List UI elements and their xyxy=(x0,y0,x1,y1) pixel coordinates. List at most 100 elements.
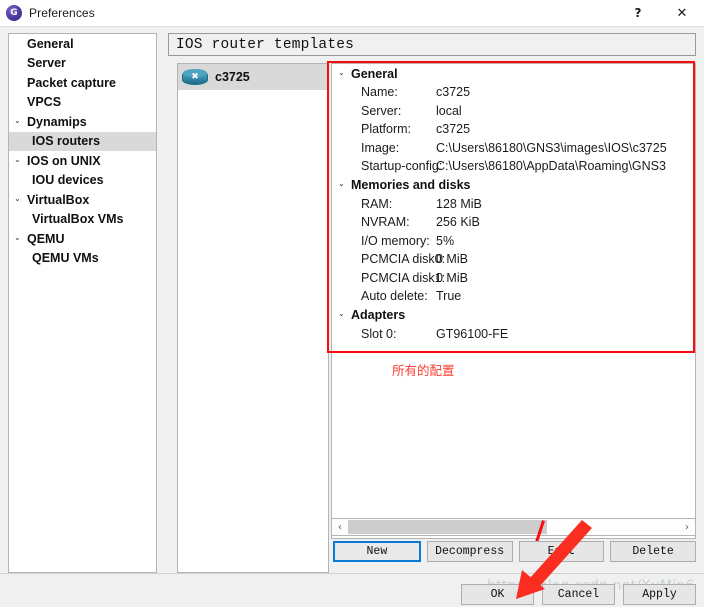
page-title-label: IOS router templates xyxy=(176,36,355,53)
property-row: Platform: c3725 xyxy=(332,120,695,139)
property-row: I/O memory: 5% xyxy=(332,232,695,251)
property-row: PCMCIA disk1: 0 MiB xyxy=(332,269,695,288)
property-key: Auto delete: xyxy=(361,289,428,304)
edit-button[interactable]: Edit xyxy=(518,541,605,562)
sidebar-item-dynamips[interactable]: ⌄ Dynamips xyxy=(9,112,156,132)
list-item-label: c3725 xyxy=(215,70,250,84)
scrollbar-track[interactable] xyxy=(348,520,679,534)
sidebar-item-label: QEMU xyxy=(27,231,65,246)
property-value: C:\Users\86180\AppData\Roaming\GNS3 xyxy=(436,159,666,174)
property-row: Startup-config: C:\Users\86180\AppData\Ro… xyxy=(332,157,695,176)
apply-button[interactable]: Apply xyxy=(623,584,696,605)
sidebar-item-qemu-vms[interactable]: QEMU VMs xyxy=(9,249,156,269)
property-value: 0 MiB xyxy=(436,252,468,267)
template-list[interactable]: ✖ c3725 xyxy=(177,63,329,573)
property-value: 128 MiB xyxy=(436,196,482,211)
property-group-label: Adapters xyxy=(351,308,406,322)
property-value: C:\Users\86180\GNS3\images\IOS\c3725 xyxy=(436,140,667,155)
property-value: GT96100-FE xyxy=(436,326,509,341)
chevron-down-icon: ⌄ xyxy=(338,309,345,318)
horizontal-scrollbar[interactable]: ‹ › xyxy=(331,518,696,536)
window-title: Preferences xyxy=(29,6,95,20)
property-row: NVRAM: 256 KiB xyxy=(332,213,695,232)
sidebar-item-iou-devices[interactable]: IOU devices xyxy=(9,171,156,191)
properties-panel: ⌄ General Name: c3725 Server: local Platform: c… xyxy=(331,63,696,539)
list-item[interactable]: ✖ c3725 xyxy=(178,64,328,90)
sidebar-item-label: Dynamips xyxy=(27,114,87,129)
property-key: PCMCIA disk0: xyxy=(361,252,446,267)
window-controls: ? ✕ xyxy=(616,0,704,26)
property-key: Platform: xyxy=(361,122,412,137)
property-key: NVRAM: xyxy=(361,215,410,230)
sidebar-item-label: QEMU VMs xyxy=(32,251,99,266)
sidebar-item-label: IOS routers xyxy=(32,134,101,149)
chevron-down-icon: ⌄ xyxy=(338,179,345,188)
property-group-adapters[interactable]: ⌄ Adapters xyxy=(332,306,695,325)
property-group-memories-and-disks[interactable]: ⌄ Memories and disks xyxy=(332,176,695,195)
dialog-button-row: OK Cancel Apply xyxy=(461,584,696,605)
property-key: I/O memory: xyxy=(361,233,430,248)
chevron-down-icon: ⌄ xyxy=(14,154,21,164)
title-bar: G Preferences ? ✕ xyxy=(0,0,704,26)
sidebar-item-label: IOS on UNIX xyxy=(27,153,101,168)
sidebar-item-virtualbox-vms[interactable]: VirtualBox VMs xyxy=(9,210,156,230)
sidebar-item-qemu[interactable]: ⌄ QEMU xyxy=(9,229,156,249)
ok-button[interactable]: OK xyxy=(461,584,534,605)
sidebar-item-server[interactable]: Server xyxy=(9,54,156,74)
new-button[interactable]: New xyxy=(333,541,421,562)
sidebar-item-label: Packet capture xyxy=(27,75,116,90)
property-value: c3725 xyxy=(436,85,471,100)
sidebar-item-ios-on-unix[interactable]: ⌄ IOS on UNIX xyxy=(9,151,156,171)
property-row: PCMCIA disk0: 0 MiB xyxy=(332,250,695,269)
sidebar-item-general[interactable]: General xyxy=(9,34,156,54)
property-group-label: Memories and disks xyxy=(351,178,471,192)
property-row: Auto delete: True xyxy=(332,287,695,306)
property-key: Image: xyxy=(361,140,400,155)
page-title: IOS router templates xyxy=(168,33,696,56)
property-value: 5% xyxy=(436,233,455,248)
cancel-button[interactable]: Cancel xyxy=(542,584,615,605)
decompress-button[interactable]: Decompress xyxy=(426,541,513,562)
sidebar-item-label: VirtualBox xyxy=(27,192,90,207)
sidebar-item-label: VirtualBox VMs xyxy=(32,212,124,227)
property-value: 0 MiB xyxy=(436,270,468,285)
sidebar-item-vpcs[interactable]: VPCS xyxy=(9,93,156,113)
help-icon[interactable]: ? xyxy=(616,0,660,26)
sidebar-item-label: IOU devices xyxy=(32,173,104,188)
delete-button[interactable]: Delete xyxy=(610,541,696,562)
gns3-logo-icon: G xyxy=(6,5,22,21)
sidebar-item-label: General xyxy=(27,36,74,51)
router-icon: ✖ xyxy=(182,68,208,86)
property-row: RAM: 128 MiB xyxy=(332,195,695,214)
chevron-down-icon: ⌄ xyxy=(338,67,345,77)
annotation-note: 所有的配置 xyxy=(392,363,455,378)
property-key: PCMCIA disk1: xyxy=(361,270,446,285)
sidebar-item-label: VPCS xyxy=(27,95,62,110)
property-row: Slot 0: GT96100-FE xyxy=(332,325,695,344)
property-row: Name: c3725 xyxy=(332,83,695,102)
scroll-left-icon[interactable]: ‹ xyxy=(332,519,348,535)
preferences-window: G Preferences ? ✕ General Server Packet ca… xyxy=(0,0,704,607)
property-key: Slot 0: xyxy=(361,326,397,341)
scrollbar-thumb[interactable] xyxy=(348,520,547,534)
scroll-right-icon[interactable]: › xyxy=(679,519,695,535)
chevron-down-icon: ⌄ xyxy=(14,193,21,203)
property-row: Server: local xyxy=(332,102,695,121)
property-value: c3725 xyxy=(436,122,471,137)
property-value: True xyxy=(436,289,462,304)
close-icon[interactable]: ✕ xyxy=(660,0,704,26)
sidebar-item-virtualbox[interactable]: ⌄ VirtualBox xyxy=(9,190,156,210)
sidebar-item-ios-routers[interactable]: IOS routers xyxy=(9,131,156,151)
sidebar-item-label: Server xyxy=(27,56,66,71)
property-group-general[interactable]: ⌄ General xyxy=(332,64,695,83)
sidebar[interactable]: General Server Packet capture VPCS ⌄ Dynamips… xyxy=(8,33,157,573)
property-key: Name: xyxy=(361,85,398,100)
property-group-label: General xyxy=(351,66,398,81)
property-value: 256 KiB xyxy=(436,215,480,230)
title-bar-divider xyxy=(0,26,704,27)
property-key: Startup-config: xyxy=(361,159,443,174)
chevron-down-icon: ⌄ xyxy=(14,115,21,125)
property-key: RAM: xyxy=(361,196,393,211)
action-button-row: New Decompress Edit Delete xyxy=(333,541,696,562)
sidebar-item-packet-capture[interactable]: Packet capture xyxy=(9,73,156,93)
